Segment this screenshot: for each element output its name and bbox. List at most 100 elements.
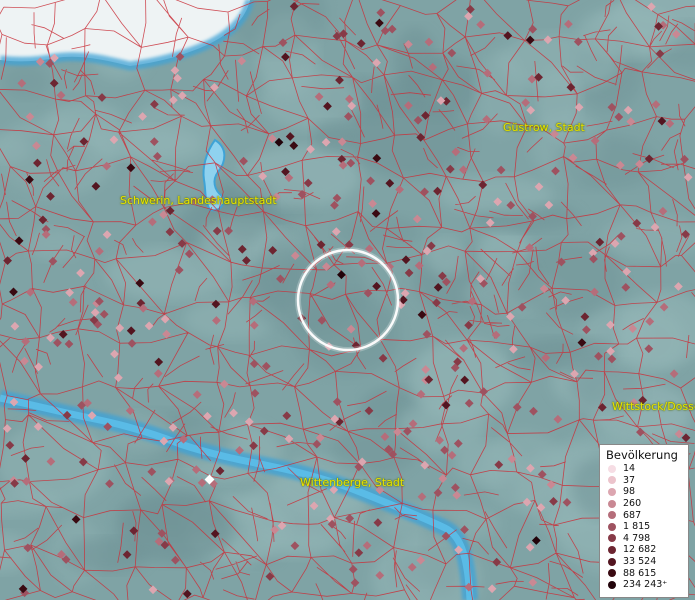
population-marker[interactable] (665, 119, 675, 128)
population-marker[interactable] (464, 11, 473, 21)
population-marker[interactable] (529, 406, 538, 416)
population-marker[interactable] (53, 338, 62, 348)
population-marker[interactable] (466, 5, 475, 14)
population-marker[interactable] (400, 289, 410, 298)
population-marker[interactable] (356, 39, 366, 48)
map-view[interactable]: Schwerin, Landeshauptstadt Güstrow, Stad… (0, 0, 695, 600)
population-marker[interactable] (64, 339, 74, 349)
population-marker[interactable] (674, 282, 683, 291)
population-marker[interactable] (285, 132, 295, 141)
population-marker[interactable] (525, 542, 535, 552)
population-marker[interactable] (114, 373, 123, 383)
population-marker[interactable] (332, 397, 342, 407)
population-marker[interactable] (76, 268, 85, 278)
population-marker[interactable] (9, 287, 18, 297)
population-marker[interactable] (229, 408, 238, 418)
map-canvas[interactable] (0, 0, 695, 600)
population-marker[interactable] (68, 297, 78, 307)
population-marker[interactable] (49, 78, 59, 88)
population-marker[interactable] (237, 56, 247, 66)
population-marker[interactable] (170, 66, 180, 75)
population-marker[interactable] (366, 176, 375, 186)
population-marker[interactable] (512, 402, 522, 412)
population-marker[interactable] (147, 467, 157, 477)
population-marker[interactable] (492, 557, 502, 567)
population-marker[interactable] (626, 117, 636, 126)
population-marker[interactable] (99, 309, 109, 319)
population-marker[interactable] (177, 91, 187, 100)
population-marker[interactable] (375, 18, 384, 28)
population-marker[interactable] (95, 246, 104, 256)
population-marker[interactable] (401, 255, 411, 265)
population-marker[interactable] (412, 214, 422, 224)
population-marker[interactable] (192, 390, 202, 399)
population-marker[interactable] (433, 488, 443, 498)
population-marker[interactable] (404, 268, 414, 278)
population-marker[interactable] (417, 492, 427, 502)
population-marker[interactable] (350, 578, 360, 588)
population-marker[interactable] (387, 24, 397, 34)
population-marker[interactable] (680, 154, 689, 164)
population-marker[interactable] (395, 185, 404, 194)
population-marker[interactable] (681, 433, 691, 443)
population-marker[interactable] (126, 163, 136, 173)
population-marker[interactable] (362, 541, 372, 550)
population-marker[interactable] (105, 479, 114, 489)
population-marker[interactable] (622, 267, 632, 276)
population-marker[interactable] (553, 414, 563, 424)
population-marker[interactable] (219, 379, 229, 389)
population-marker[interactable] (110, 349, 119, 359)
population-marker[interactable] (487, 584, 497, 594)
population-marker[interactable] (459, 165, 468, 175)
population-marker[interactable] (165, 227, 175, 237)
population-marker[interactable] (452, 490, 462, 500)
population-marker[interactable] (651, 100, 661, 109)
population-marker[interactable] (528, 24, 538, 34)
population-marker[interactable] (265, 572, 275, 581)
population-marker[interactable] (249, 359, 259, 369)
population-marker[interactable] (282, 411, 292, 421)
population-marker[interactable] (348, 565, 358, 574)
population-marker[interactable] (10, 321, 20, 331)
population-marker[interactable] (417, 310, 427, 320)
population-marker[interactable] (496, 165, 506, 175)
population-marker[interactable] (368, 199, 377, 208)
population-marker[interactable] (564, 19, 573, 29)
population-marker[interactable] (46, 333, 55, 343)
population-marker[interactable] (526, 105, 536, 115)
population-marker[interactable] (127, 339, 137, 348)
population-marker[interactable] (614, 112, 624, 122)
population-marker[interactable] (25, 287, 35, 297)
population-marker[interactable] (623, 105, 633, 115)
population-marker[interactable] (420, 187, 429, 197)
population-marker[interactable] (357, 258, 367, 268)
population-marker[interactable] (102, 230, 112, 239)
population-marker[interactable] (148, 217, 157, 227)
population-marker[interactable] (372, 281, 381, 291)
population-marker[interactable] (422, 329, 432, 339)
population-marker[interactable] (376, 8, 386, 17)
population-marker[interactable] (153, 369, 163, 378)
population-marker[interactable] (451, 483, 460, 492)
population-marker[interactable] (528, 578, 538, 587)
population-marker[interactable] (531, 536, 541, 545)
population-marker[interactable] (669, 369, 679, 379)
population-marker[interactable] (372, 58, 381, 68)
population-marker[interactable] (464, 320, 473, 330)
population-marker[interactable] (154, 357, 164, 367)
population-marker[interactable] (159, 210, 168, 220)
population-marker[interactable] (658, 206, 668, 216)
population-marker[interactable] (97, 93, 107, 102)
population-marker[interactable] (56, 90, 66, 100)
population-marker[interactable] (621, 283, 631, 292)
population-marker[interactable] (503, 31, 513, 40)
population-marker[interactable] (476, 20, 486, 29)
population-marker[interactable] (148, 585, 158, 595)
population-marker[interactable] (14, 236, 24, 246)
population-marker[interactable] (126, 326, 136, 336)
population-marker[interactable] (354, 548, 364, 558)
population-marker[interactable] (385, 178, 395, 188)
population-marker[interactable] (58, 330, 68, 339)
population-marker[interactable] (144, 321, 154, 331)
population-marker[interactable] (90, 308, 100, 317)
